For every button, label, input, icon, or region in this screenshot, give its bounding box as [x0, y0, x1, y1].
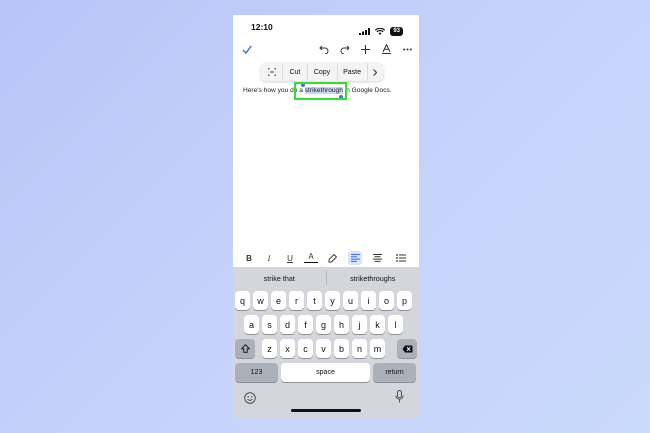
key-u[interactable]: u: [343, 291, 358, 310]
key-r[interactable]: r: [289, 291, 304, 310]
wifi-icon: [375, 22, 386, 40]
key-y[interactable]: y: [325, 291, 340, 310]
key-i[interactable]: i: [361, 291, 376, 310]
key-s[interactable]: s: [262, 315, 277, 334]
suggestion-item[interactable]: strikethroughs: [327, 267, 420, 289]
keyboard: strike that strikethroughs q w e r t y u…: [233, 267, 419, 418]
key-q[interactable]: q: [235, 291, 250, 310]
space-key[interactable]: space: [281, 363, 370, 382]
home-indicator[interactable]: [291, 409, 361, 412]
text-color-button[interactable]: A: [304, 251, 318, 263]
align-center-icon[interactable]: [370, 251, 384, 265]
chevron-right-icon[interactable]: [368, 63, 383, 81]
bulleted-list-icon[interactable]: [394, 251, 408, 265]
done-check-icon[interactable]: [239, 41, 255, 57]
key-e[interactable]: e: [271, 291, 286, 310]
key-m[interactable]: m: [370, 339, 385, 358]
key-p[interactable]: p: [397, 291, 412, 310]
redo-icon[interactable]: [337, 41, 353, 57]
key-j[interactable]: j: [352, 315, 367, 334]
underline-button[interactable]: U: [283, 251, 297, 265]
key-d[interactable]: d: [280, 315, 295, 334]
key-x[interactable]: x: [280, 339, 295, 358]
scan-text-icon[interactable]: [261, 63, 284, 81]
key-t[interactable]: t: [307, 291, 322, 310]
microphone-icon[interactable]: [395, 390, 404, 408]
key-v[interactable]: v: [316, 339, 331, 358]
status-time: 12:10: [251, 22, 273, 32]
highlighter-icon[interactable]: [325, 251, 339, 265]
key-a[interactable]: a: [244, 315, 259, 334]
signal-icon: [359, 22, 371, 40]
text-format-icon[interactable]: [378, 41, 394, 57]
cut-menu-item[interactable]: Cut: [283, 63, 308, 81]
shift-key[interactable]: [235, 339, 255, 358]
insert-plus-icon[interactable]: [357, 41, 373, 57]
key-b[interactable]: b: [334, 339, 349, 358]
bold-button[interactable]: B: [242, 251, 256, 265]
more-options-icon[interactable]: [399, 41, 415, 57]
key-n[interactable]: n: [352, 339, 367, 358]
autocorrect-suggestions: strike that strikethroughs: [233, 267, 419, 289]
paste-menu-item[interactable]: Paste: [338, 63, 368, 81]
align-left-icon[interactable]: [348, 251, 362, 265]
editor-toolbar: [233, 41, 419, 59]
selection-context-menu: Cut Copy Paste: [261, 63, 383, 81]
key-h[interactable]: h: [334, 315, 349, 334]
status-bar: 12:10 93: [233, 15, 419, 37]
numbers-key[interactable]: 123: [235, 363, 278, 382]
phone-screen: 12:10 93 Cut Copy Paste Here's how you d…: [233, 15, 419, 418]
key-f[interactable]: f: [298, 315, 313, 334]
undo-icon[interactable]: [316, 41, 332, 57]
key-k[interactable]: k: [370, 315, 385, 334]
status-icons: 93: [359, 22, 403, 40]
key-g[interactable]: g: [316, 315, 331, 334]
italic-button[interactable]: I: [262, 251, 276, 265]
key-w[interactable]: w: [253, 291, 268, 310]
key-o[interactable]: o: [379, 291, 394, 310]
suggestion-item[interactable]: strike that: [233, 267, 326, 289]
annotation-highlight-box: [294, 82, 347, 100]
emoji-icon[interactable]: [244, 391, 256, 409]
shift-arrow-icon: [240, 344, 250, 353]
backspace-key[interactable]: [397, 339, 417, 358]
key-z[interactable]: z: [262, 339, 277, 358]
text-after: in Google Docs.: [342, 87, 392, 94]
copy-menu-item[interactable]: Copy: [308, 63, 338, 81]
format-toolbar: B I U A: [233, 248, 419, 268]
return-key[interactable]: return: [373, 363, 416, 382]
battery-indicator: 93: [390, 26, 403, 36]
key-c[interactable]: c: [298, 339, 313, 358]
key-l[interactable]: l: [388, 315, 403, 334]
backspace-icon: [402, 345, 412, 352]
